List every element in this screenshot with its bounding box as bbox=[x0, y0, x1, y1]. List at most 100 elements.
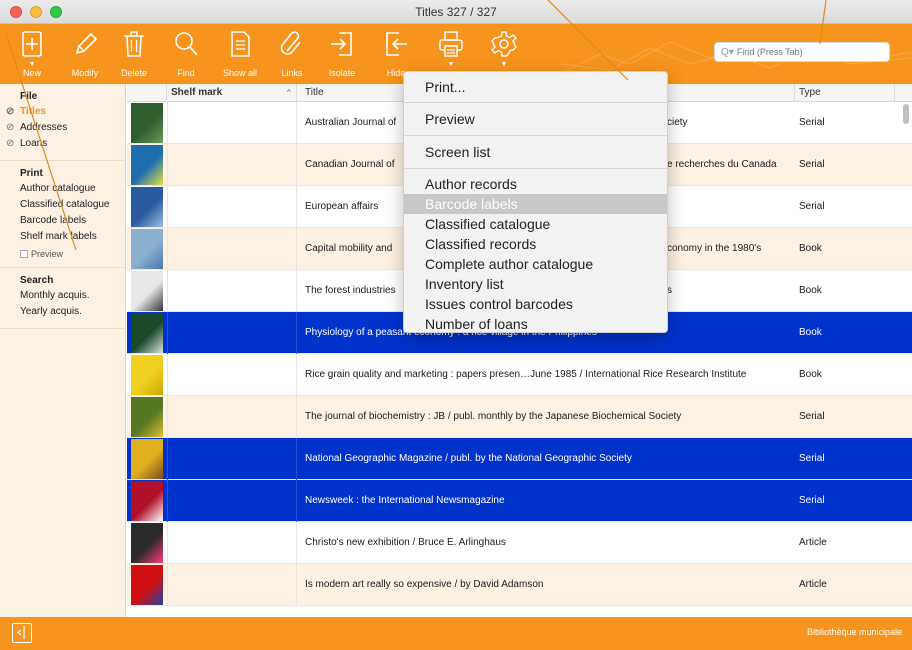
type-cell: Serial bbox=[799, 453, 825, 464]
table-row[interactable]: Is modern art really so expensive / by D… bbox=[127, 564, 912, 606]
close-window-button[interactable] bbox=[10, 6, 22, 18]
isolate-icon bbox=[331, 32, 352, 56]
menu-item-barcode-labels[interactable]: Barcode labels bbox=[404, 194, 667, 214]
menu-item-classified-records[interactable]: Classified records bbox=[404, 234, 667, 254]
zoom-window-button[interactable] bbox=[50, 6, 62, 18]
menu-item-complete-author-catalogue[interactable]: Complete author catalogue bbox=[404, 254, 667, 274]
paperclip-icon: ⊘ bbox=[6, 138, 15, 149]
sidebar-item-yearly-acquis[interactable]: Yearly acquis. bbox=[0, 304, 125, 320]
new-dropdown-caret: ▼ bbox=[28, 61, 36, 68]
sidebar-item-classified-catalogue[interactable]: Classified catalogue bbox=[0, 197, 125, 213]
sidebar-item-loans[interactable]: ⊘ Loans bbox=[0, 136, 125, 152]
title-cell: Is modern art really so expensive / by D… bbox=[305, 579, 544, 590]
type-cell: Serial bbox=[799, 117, 825, 128]
isolate-button[interactable]: Isolate bbox=[318, 27, 366, 83]
new-icon bbox=[22, 31, 42, 57]
sidebar: File ⊘ Titles ⊘ Addresses ⊘ Loans Print Aut… bbox=[0, 84, 126, 617]
show-all-button[interactable]: Show all bbox=[216, 27, 264, 83]
cover-thumbnail bbox=[131, 229, 163, 269]
preview-checkbox-label: Preview bbox=[31, 249, 64, 259]
sidebar-item-shelf-mark-labels[interactable]: Shelf mark labels bbox=[0, 229, 125, 245]
show-all-label: Show all bbox=[222, 68, 258, 78]
shelf-mark-cell bbox=[167, 102, 297, 144]
find-button[interactable]: Find bbox=[162, 27, 210, 83]
search-input[interactable] bbox=[736, 47, 887, 57]
menu-separator bbox=[404, 102, 667, 103]
menu-item-author-records[interactable]: Author records bbox=[404, 174, 667, 194]
sidebar-file-heading: File bbox=[20, 91, 38, 102]
sidebar-item-addresses[interactable]: ⊘ Addresses bbox=[0, 120, 125, 136]
checkbox-box[interactable] bbox=[20, 250, 28, 258]
search-box[interactable]: Q▾ bbox=[714, 42, 890, 62]
library-name: Bibliothèque municipale bbox=[806, 627, 902, 637]
cover-thumbnail bbox=[131, 481, 163, 521]
menu-item-number-of-loans[interactable]: Number of loans bbox=[404, 314, 667, 332]
sidebar-item-titles[interactable]: ⊘ Titles bbox=[0, 104, 125, 120]
sidebar-item-label: Titles bbox=[20, 106, 46, 117]
title-cell-tail: conomy in the 1980's bbox=[667, 243, 762, 254]
title-bar: Titles 327 / 327 bbox=[0, 0, 912, 24]
print-menu: Print... Preview Screen list Author records… bbox=[403, 71, 668, 333]
title-cell: The journal of biochemistry : JB / publ.… bbox=[305, 411, 682, 422]
modify-button[interactable]: Modify bbox=[61, 27, 109, 83]
shelf-mark-cell bbox=[167, 228, 297, 270]
cover-thumbnail bbox=[131, 313, 163, 353]
title-cell-tail: s bbox=[667, 285, 672, 296]
title-cell: Rice grain quality and marketing : paper… bbox=[305, 369, 747, 380]
menu-item-print[interactable]: Print... bbox=[404, 76, 667, 98]
sidebar-item-label: Loans bbox=[20, 138, 48, 149]
hide-icon bbox=[386, 32, 407, 56]
menu-separator bbox=[404, 135, 667, 136]
new-button[interactable]: ▼ New bbox=[8, 27, 56, 83]
settings-dropdown-caret: ▼ bbox=[500, 61, 508, 68]
minimize-window-button[interactable] bbox=[30, 6, 42, 18]
printer-icon bbox=[439, 31, 463, 57]
table-row[interactable]: National Geographic Magazine / publ. by … bbox=[127, 438, 912, 480]
thumbnail-column-header[interactable] bbox=[127, 84, 167, 102]
preview-checkbox[interactable]: Preview bbox=[0, 249, 125, 259]
shelf-mark-cell bbox=[167, 522, 297, 564]
gear-icon bbox=[491, 31, 517, 57]
type-cell: Book bbox=[799, 285, 822, 296]
table-row[interactable]: Christo's new exhibition / Bruce E. Arli… bbox=[127, 522, 912, 564]
print-dropdown-caret: ▼ bbox=[447, 61, 455, 68]
shelf-mark-cell bbox=[167, 354, 297, 396]
title-cell-tail: e recherches du Canada bbox=[667, 159, 777, 170]
menu-item-issues-control-barcodes[interactable]: Issues control barcodes bbox=[404, 294, 667, 314]
table-row[interactable]: The journal of biochemistry : JB / publ.… bbox=[127, 396, 912, 438]
shelf-mark-cell bbox=[167, 270, 297, 312]
vertical-scrollbar[interactable] bbox=[903, 104, 909, 124]
menu-item-screen-list[interactable]: Screen list bbox=[404, 141, 667, 163]
menu-item-preview[interactable]: Preview bbox=[404, 108, 667, 130]
table-row[interactable]: Rice grain quality and marketing : paper… bbox=[127, 354, 912, 396]
title-cell: Christo's new exhibition / Bruce E. Arli… bbox=[305, 537, 506, 548]
links-button[interactable]: Links bbox=[268, 27, 316, 83]
cover-thumbnail bbox=[131, 187, 163, 227]
modify-label: Modify bbox=[71, 68, 99, 78]
type-cell: Book bbox=[799, 243, 822, 254]
toggle-sidebar-button[interactable] bbox=[12, 623, 32, 643]
shelf-mark-cell bbox=[167, 438, 297, 480]
table-row[interactable]: Newsweek : the International Newsmagazin… bbox=[127, 480, 912, 522]
isolate-label: Isolate bbox=[328, 68, 356, 78]
cover-thumbnail bbox=[131, 565, 163, 605]
shelf-mark-cell bbox=[167, 480, 297, 522]
menu-item-inventory-list[interactable]: Inventory list bbox=[404, 274, 667, 294]
cover-thumbnail bbox=[131, 145, 163, 185]
menu-item-classified-catalogue[interactable]: Classified catalogue bbox=[404, 214, 667, 234]
sidebar-item-barcode-labels[interactable]: Barcode labels bbox=[0, 213, 125, 229]
magnifier-icon bbox=[175, 32, 198, 56]
cover-thumbnail bbox=[131, 103, 163, 143]
sidebar-search-heading: Search bbox=[20, 275, 54, 286]
type-cell: Serial bbox=[799, 159, 825, 170]
pencil-icon bbox=[75, 32, 98, 55]
type-cell: Serial bbox=[799, 201, 825, 212]
type-column-header[interactable]: Type bbox=[795, 84, 895, 102]
sidebar-item-author-catalogue[interactable]: Author catalogue bbox=[0, 181, 125, 197]
sidebar-item-monthly-acquis[interactable]: Monthly acquis. bbox=[0, 288, 125, 304]
shelf-mark-cell bbox=[167, 564, 297, 606]
shelf-mark-column-header[interactable]: Shelf mark bbox=[167, 84, 297, 102]
delete-button[interactable]: Delete bbox=[110, 27, 158, 83]
sidebar-item-label: Addresses bbox=[20, 122, 68, 133]
type-cell: Book bbox=[799, 369, 822, 380]
